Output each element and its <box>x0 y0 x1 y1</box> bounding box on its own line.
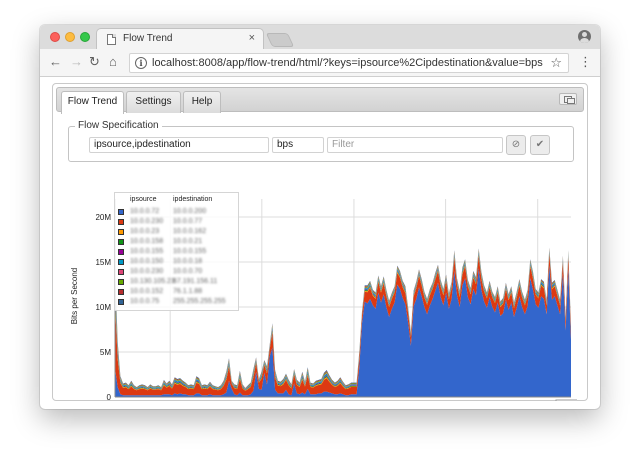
legend-row: 10.0.0.72 10.0.0.200 <box>118 208 238 218</box>
legend-ipdestination: 10.0.0.200 <box>173 208 207 215</box>
profile-icon[interactable] <box>578 30 591 43</box>
legend-row: 10.0.0.230 10.0.0.77 <box>118 218 238 228</box>
legend-row: 10.0.0.158 10.0.0.21 <box>118 238 238 248</box>
browser-tab[interactable]: Flow Trend × <box>96 28 264 49</box>
chart-legend: ipsource ipdestination 10.0.0.72 10.0.0.2… <box>114 192 239 311</box>
legend-ipdestination: 76.1.1.88 <box>173 288 203 295</box>
legend-ipsource: 10.0.0.230 <box>130 268 164 275</box>
legend-ipsource: 10.0.0.72 <box>130 208 160 215</box>
legend-ipsource: 10.0.0.150 <box>130 258 164 265</box>
legend-row: 10.0.0.23 10.0.0.162 <box>118 228 238 238</box>
legend-swatch <box>118 269 124 275</box>
tab-strip: Flow Trend × <box>40 25 600 49</box>
submit-checkmark-icon[interactable]: ✔ <box>530 135 550 155</box>
legend-header-ipdestination: ipdestination <box>173 196 213 203</box>
legend-row: 10.130.105.23 67.191.156.11 <box>118 278 238 288</box>
maximize-window-button[interactable] <box>80 32 90 42</box>
y-tick-label: 10M <box>95 303 111 312</box>
y-tick-label: 0 <box>107 393 112 401</box>
legend-swatch <box>118 239 124 245</box>
flow-specification-legend: Flow Specification <box>75 120 162 132</box>
browser-window: Flow Trend × ← → ↻ ⌂ i localhost:8008/ap… <box>40 25 600 409</box>
legend-ipdestination: 10.0.0.162 <box>173 228 207 235</box>
legend-swatch <box>118 209 124 215</box>
legend-ipdestination: 10.0.0.70 <box>173 268 203 275</box>
tab-help[interactable]: Help <box>183 91 221 113</box>
filter-input[interactable]: Filter <box>327 137 503 153</box>
legend-ipsource: 10.0.0.152 <box>130 288 164 295</box>
popout-window-icon[interactable] <box>559 93 577 105</box>
legend-swatch <box>118 289 124 295</box>
legend-ipsource: 10.0.0.230 <box>130 218 164 225</box>
value-input[interactable]: bps <box>272 137 324 153</box>
legend-ipdestination: 10.0.0.18 <box>173 258 203 265</box>
legend-row: 10.0.0.150 10.0.0.18 <box>118 258 238 268</box>
x-end-label-box <box>555 399 577 401</box>
app-panel: Flow Trend Settings Help Flow Specificat… <box>52 83 588 401</box>
tab-settings[interactable]: Settings <box>126 91 181 113</box>
legend-ipsource: 10.130.105.23 <box>130 278 175 285</box>
browser-menu-icon[interactable]: ⋮ <box>579 54 592 70</box>
url-text[interactable]: localhost:8008/app/flow-trend/html/?keys… <box>152 57 543 69</box>
new-tab-button[interactable] <box>265 33 295 47</box>
page-icon <box>107 34 116 45</box>
app-tab-bar: Flow Trend Settings Help <box>56 87 584 114</box>
legend-header-ipsource: ipsource <box>130 196 157 203</box>
browser-tab-title: Flow Trend <box>123 33 173 44</box>
legend-ipdestination: 10.0.0.155 <box>173 248 207 255</box>
keys-input[interactable]: ipsource,ipdestination <box>89 137 269 153</box>
legend-row: 10.0.0.230 10.0.0.70 <box>118 268 238 278</box>
legend-row: 10.0.0.152 76.1.1.88 <box>118 288 238 298</box>
legend-ipsource: 10.0.0.23 <box>130 228 160 235</box>
home-icon[interactable]: ⌂ <box>109 53 117 71</box>
tab-flow-trend[interactable]: Flow Trend <box>61 91 124 114</box>
minimize-window-button[interactable] <box>65 32 75 42</box>
y-axis-label: Bits per Second <box>70 268 79 324</box>
legend-ipsource: 10.0.0.75 <box>130 298 160 305</box>
legend-swatch <box>118 279 124 285</box>
reload-icon[interactable]: ↻ <box>89 53 100 71</box>
legend-swatch <box>118 219 124 225</box>
legend-ipsource: 10.0.0.155 <box>130 248 164 255</box>
clear-icon[interactable]: ⊘ <box>506 135 526 155</box>
site-info-icon[interactable]: i <box>135 57 147 69</box>
close-tab-icon[interactable]: × <box>249 32 255 44</box>
y-tick-label: 15M <box>95 258 111 267</box>
legend-swatch <box>118 229 124 235</box>
address-bar[interactable]: i localhost:8008/app/flow-trend/html/?ke… <box>129 53 569 73</box>
flow-specification-group: Flow Specification ipsource,ipdestinatio… <box>68 120 574 162</box>
close-window-button[interactable] <box>50 32 60 42</box>
browser-toolbar: ← → ↻ ⌂ i localhost:8008/app/flow-trend/… <box>40 49 600 77</box>
bookmark-star-icon[interactable]: ☆ <box>550 55 562 71</box>
legend-ipdestination: 67.191.156.11 <box>173 278 218 285</box>
y-tick-label: 20M <box>95 213 111 222</box>
back-arrow-icon[interactable]: ← <box>49 53 62 71</box>
legend-ipsource: 10.0.0.158 <box>130 238 164 245</box>
legend-ipdestination: 255.255.255.255 <box>173 298 226 305</box>
legend-swatch <box>118 259 124 265</box>
legend-ipdestination: 10.0.0.77 <box>173 218 203 225</box>
legend-ipdestination: 10.0.0.21 <box>173 238 203 245</box>
legend-swatch <box>118 299 124 305</box>
legend-row: 10.0.0.75 255.255.255.255 <box>118 298 238 308</box>
legend-row: 10.0.0.155 10.0.0.155 <box>118 248 238 258</box>
forward-arrow-icon[interactable]: → <box>70 53 83 71</box>
legend-swatch <box>118 249 124 255</box>
y-tick-label: 5M <box>100 348 111 357</box>
